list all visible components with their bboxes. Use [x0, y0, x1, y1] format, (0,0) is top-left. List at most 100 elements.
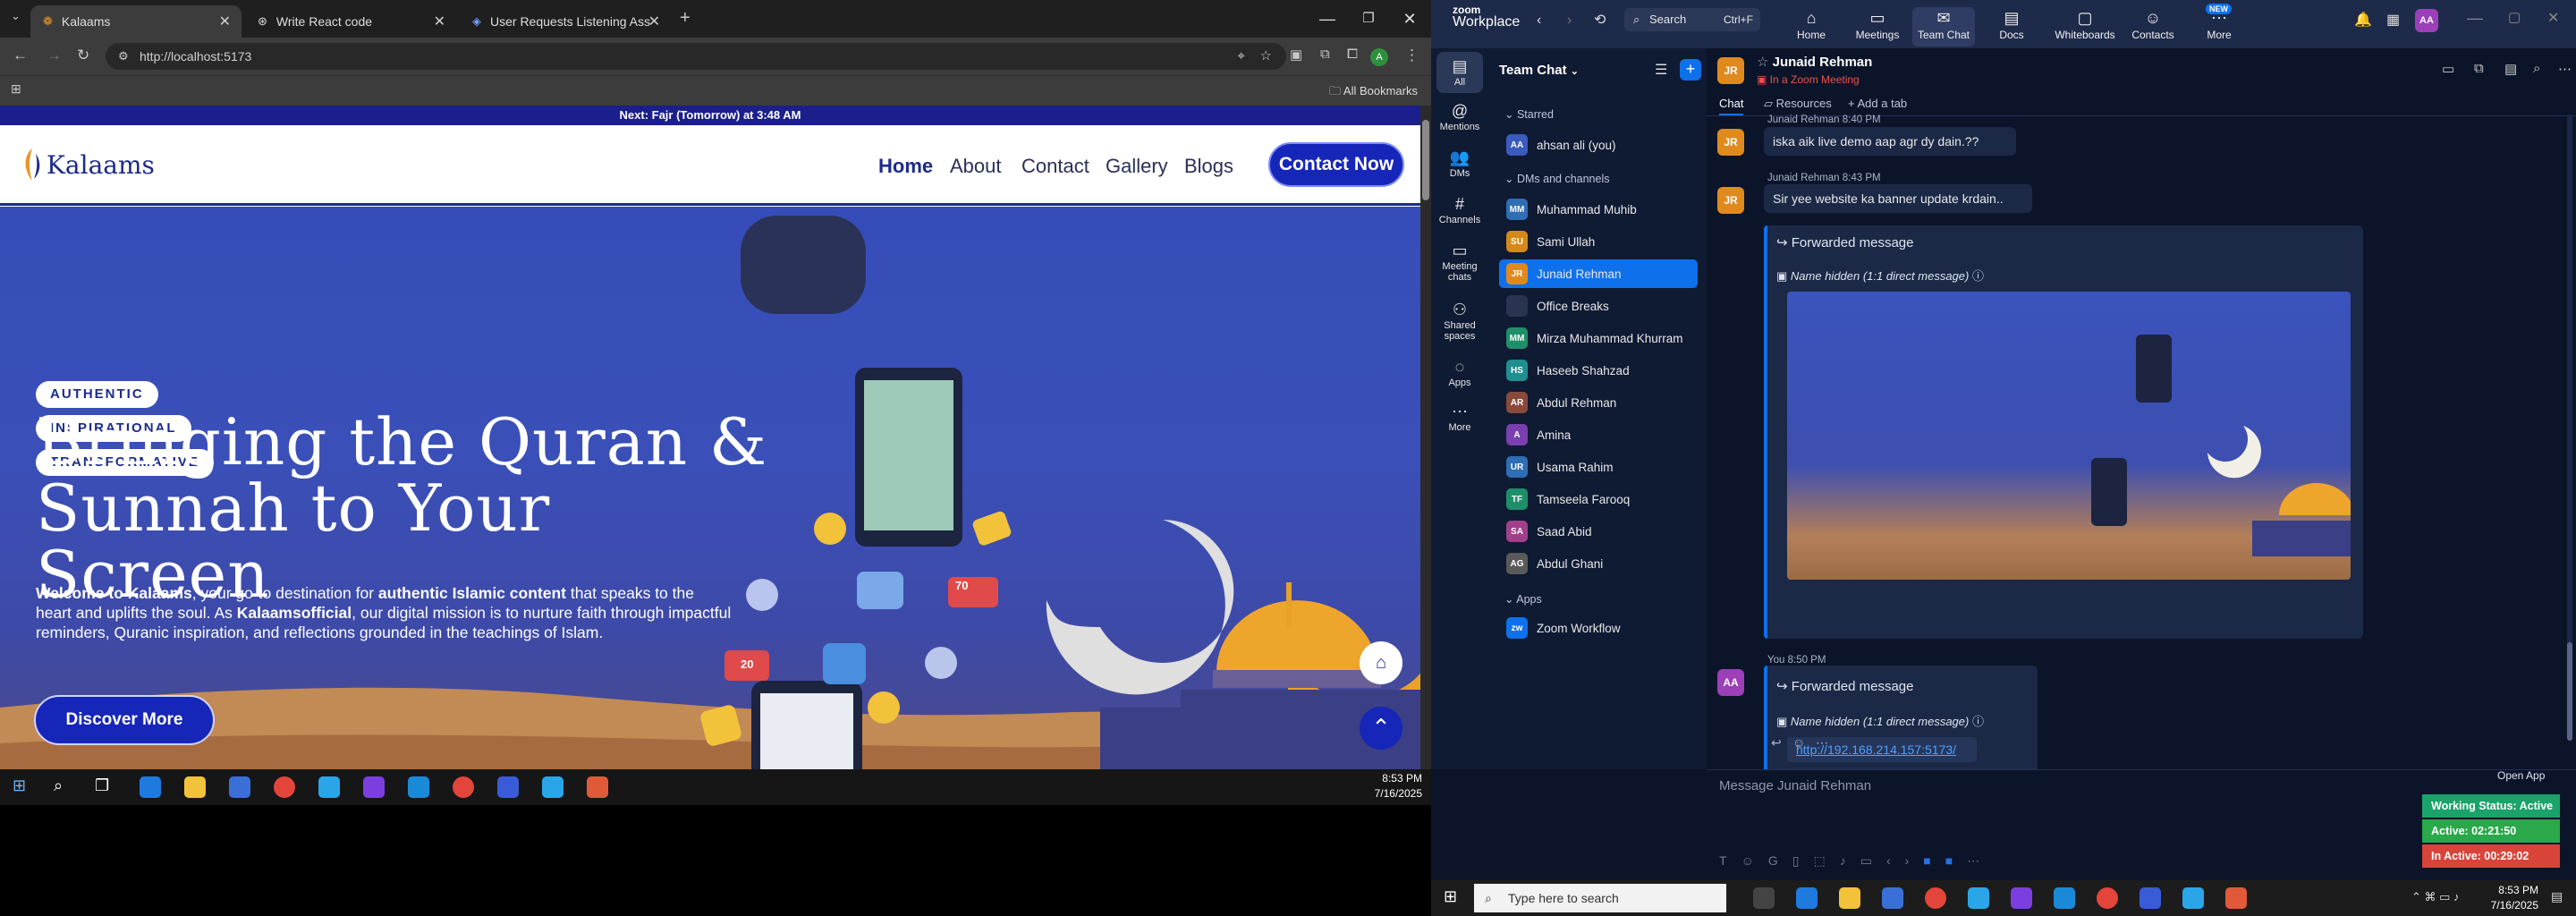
- rail-mentions[interactable]: @ Mentions: [1431, 102, 1488, 132]
- tab-add[interactable]: + Add a tab: [1848, 97, 1907, 110]
- vscode-icon[interactable]: [2054, 887, 2075, 909]
- team-chat-title[interactable]: Team Chat ⌄: [1499, 63, 1579, 78]
- forward-icon[interactable]: →: [47, 47, 62, 64]
- zoom-icon[interactable]: [497, 776, 519, 798]
- nav-about[interactable]: About: [950, 155, 1002, 178]
- sidebar-item[interactable]: zw Zoom Workflow: [1499, 614, 1698, 642]
- sidebar-item[interactable]: A Amina: [1499, 420, 1698, 449]
- code-icon[interactable]: ‹›: [1886, 853, 1923, 868]
- forwarded-image[interactable]: [1787, 292, 2351, 580]
- photos-icon[interactable]: [542, 776, 564, 798]
- tab-kalaams[interactable]: ❁ Kalaams ✕: [30, 5, 242, 38]
- zoom-nav-meetings[interactable]: ▭ Meetings: [1846, 7, 1909, 47]
- minimize-icon[interactable]: —: [2467, 9, 2483, 28]
- screen-share-icon[interactable]: ⧉: [2474, 61, 2484, 76]
- video-call-icon[interactable]: ▭: [2442, 61, 2454, 77]
- apps-grid-icon[interactable]: ⊞: [11, 81, 21, 97]
- close-icon[interactable]: ✕: [2547, 9, 2559, 27]
- chrome-2-icon[interactable]: [453, 776, 474, 798]
- tab-search-icon[interactable]: ⌄: [11, 9, 21, 23]
- contact-now-button[interactable]: Contact Now: [1268, 142, 1404, 187]
- scroll-to-top-button[interactable]: ⌃: [1360, 707, 1402, 750]
- format-text-icon[interactable]: T: [1719, 853, 1741, 868]
- tab-chat[interactable]: Chat: [1719, 97, 1744, 115]
- menu-icon[interactable]: ⋮: [1404, 47, 1419, 64]
- tab-close-icon[interactable]: ✕: [434, 13, 445, 30]
- reply-icon[interactable]: ↩: [1771, 735, 1782, 751]
- search-icon[interactable]: ⌕: [2533, 61, 2540, 76]
- vscode-icon[interactable]: [408, 776, 429, 798]
- rail-dms[interactable]: 👥 DMs: [1431, 148, 1488, 179]
- zoom-search[interactable]: ⌕ Search Ctrl+F: [1624, 8, 1760, 31]
- discover-more-button[interactable]: Discover More: [34, 695, 215, 745]
- notification-center-icon[interactable]: ▤: [2551, 889, 2563, 904]
- bookmark-star-icon[interactable]: ☆: [1260, 43, 1272, 70]
- chrome-icon[interactable]: [274, 776, 295, 798]
- rail-shared-spaces[interactable]: ⚇ Shared spaces: [1435, 301, 1485, 342]
- windows-start-icon[interactable]: ⊞: [1444, 887, 1457, 906]
- tab-user-requests[interactable]: ◈ User Requests Listening Assista ✕: [460, 5, 671, 38]
- zoom-icon[interactable]: [2140, 887, 2161, 909]
- edge-icon[interactable]: [140, 776, 161, 798]
- nav-blogs[interactable]: Blogs: [1184, 155, 1233, 178]
- nav-gallery[interactable]: Gallery: [1106, 155, 1168, 178]
- more-icon[interactable]: ⋯: [2558, 61, 2572, 77]
- extension-1-icon[interactable]: ▣: [1290, 47, 1302, 63]
- github-icon[interactable]: [2011, 887, 2032, 909]
- notifications-icon[interactable]: 🔔: [2354, 11, 2372, 29]
- edge-icon[interactable]: [1796, 887, 1818, 909]
- sidebar-item[interactable]: AG Abdul Ghani: [1499, 549, 1698, 578]
- forwarded-message-card[interactable]: ↪ Forwarded message ▣ Name hidden (1:1 d…: [1764, 225, 2363, 639]
- chat-scrollbar-thumb[interactable]: [2567, 642, 2572, 741]
- task-view-icon[interactable]: [1753, 887, 1775, 909]
- close-window-icon[interactable]: ✕: [1392, 5, 1428, 32]
- message-bubble[interactable]: iska aik live demo aap agr dy dain.??: [1764, 127, 2016, 156]
- info-icon[interactable]: ⓘ: [1972, 269, 1984, 283]
- nav-contact[interactable]: Contact: [1021, 155, 1089, 178]
- chrome-icon[interactable]: [1925, 887, 1946, 909]
- right-clock[interactable]: 8:53 PM 7/16/2025: [2491, 883, 2538, 913]
- page-scrollbar[interactable]: [1420, 106, 1431, 769]
- attach-file-icon[interactable]: ▯: [1792, 853, 1814, 868]
- minimize-icon[interactable]: —: [1309, 5, 1345, 32]
- tab-close-icon[interactable]: ✕: [219, 13, 231, 30]
- app-1-icon[interactable]: ■: [1923, 853, 1945, 868]
- scrollbar-thumb[interactable]: [1422, 120, 1429, 200]
- section-starred[interactable]: ⌄ Starred: [1504, 107, 1554, 121]
- extensions-icon[interactable]: ⧠: [1347, 47, 1358, 62]
- back-icon[interactable]: ‹: [1537, 13, 1541, 29]
- translate-icon[interactable]: ⧉: [1320, 47, 1330, 62]
- store-icon[interactable]: [229, 776, 250, 798]
- github-icon[interactable]: [363, 776, 385, 798]
- task-view-icon[interactable]: ❐: [95, 776, 116, 798]
- zoom-nav-whiteboards[interactable]: ▢ Whiteboards: [2046, 7, 2123, 47]
- message-bubble[interactable]: Sir yee website ka banner update krdain.…: [1764, 184, 2032, 213]
- contact-avatar[interactable]: JR: [1717, 57, 1744, 84]
- rail-meeting-chats[interactable]: ▭ Meeting chats: [1435, 242, 1485, 283]
- emoji-react-icon[interactable]: ☺: [1792, 735, 1805, 750]
- store-icon[interactable]: [1882, 887, 1903, 909]
- all-bookmarks[interactable]: 🗀 All Bookmarks: [1329, 83, 1418, 103]
- file-explorer-icon[interactable]: [1839, 887, 1860, 909]
- chat-scrollbar[interactable]: [2567, 114, 2572, 741]
- new-tab-icon[interactable]: +: [680, 8, 691, 29]
- sidebar-item[interactable]: Office Breaks: [1499, 292, 1698, 320]
- more-actions-icon[interactable]: ⋯: [1816, 735, 1828, 751]
- screenshot-icon[interactable]: ⬚: [1813, 853, 1839, 868]
- chrome-2-icon[interactable]: [2097, 887, 2118, 909]
- sidebar-item[interactable]: JR Junaid Rehman: [1499, 259, 1698, 288]
- details-icon[interactable]: ▤: [2504, 61, 2517, 77]
- rail-all[interactable]: ▤ All: [1436, 52, 1483, 93]
- emoji-icon[interactable]: ☺: [1741, 853, 1768, 868]
- forwarded-link-card[interactable]: ↪ Forwarded message ▣ Name hidden (1:1 d…: [1764, 666, 2038, 776]
- search-icon[interactable]: ⌕: [54, 776, 75, 798]
- contact-name[interactable]: ☆ Junaid Rehman: [1757, 54, 1872, 70]
- rail-more[interactable]: ⋯ More: [1431, 403, 1488, 433]
- sender-avatar[interactable]: JR: [1717, 129, 1744, 156]
- mic-icon[interactable]: ♪: [1840, 853, 1860, 868]
- back-icon[interactable]: ←: [13, 47, 28, 64]
- windows-start-icon[interactable]: ⊞: [13, 776, 34, 798]
- zoom-nav-contacts[interactable]: ☺ Contacts: [2122, 7, 2184, 47]
- forward-icon[interactable]: ›: [1567, 13, 1572, 29]
- tray-icons[interactable]: ⌃ ⌘ ▭ ♪: [2411, 890, 2460, 904]
